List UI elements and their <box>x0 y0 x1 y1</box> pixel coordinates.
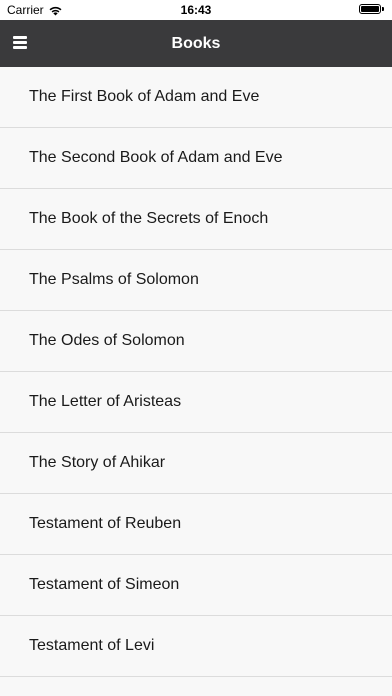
book-title: The First Book of Adam and Eve <box>29 88 260 105</box>
book-list-item[interactable]: The Letter of Aristeas <box>0 372 392 433</box>
status-bar: Carrier 16:43 <box>0 0 392 20</box>
book-title: Testament of Reuben <box>29 515 182 532</box>
book-list: The First Book of Adam and Eve The Second… <box>0 67 392 677</box>
book-title: The Second Book of Adam and Eve <box>29 149 283 166</box>
book-title: The Letter of Aristeas <box>29 393 182 410</box>
book-title: The Odes of Solomon <box>29 332 185 349</box>
nav-bar: Books <box>0 20 392 67</box>
book-list-item[interactable]: The Story of Ahikar <box>0 433 392 494</box>
book-title: Testament of Levi <box>29 637 155 654</box>
book-list-item[interactable]: Testament of Reuben <box>0 494 392 555</box>
book-title: The Book of the Secrets of Enoch <box>29 210 269 227</box>
book-title: The Story of Ahikar <box>29 454 166 471</box>
book-list-item[interactable]: The First Book of Adam and Eve <box>0 67 392 128</box>
book-list-item[interactable]: The Odes of Solomon <box>0 311 392 372</box>
book-title: The Psalms of Solomon <box>29 271 199 288</box>
book-list-item[interactable]: Testament of Levi <box>0 616 392 677</box>
book-list-item[interactable]: The Psalms of Solomon <box>0 250 392 311</box>
book-list-item[interactable]: The Second Book of Adam and Eve <box>0 128 392 189</box>
hamburger-menu-icon[interactable] <box>13 36 27 49</box>
battery-icon <box>359 4 384 14</box>
book-title: Testament of Simeon <box>29 576 180 593</box>
book-list-item[interactable]: The Book of the Secrets of Enoch <box>0 189 392 250</box>
page-title: Books <box>171 34 221 52</box>
battery-level <box>361 6 379 12</box>
book-list-item[interactable]: Testament of Simeon <box>0 555 392 616</box>
status-time: 16:43 <box>180 3 212 17</box>
